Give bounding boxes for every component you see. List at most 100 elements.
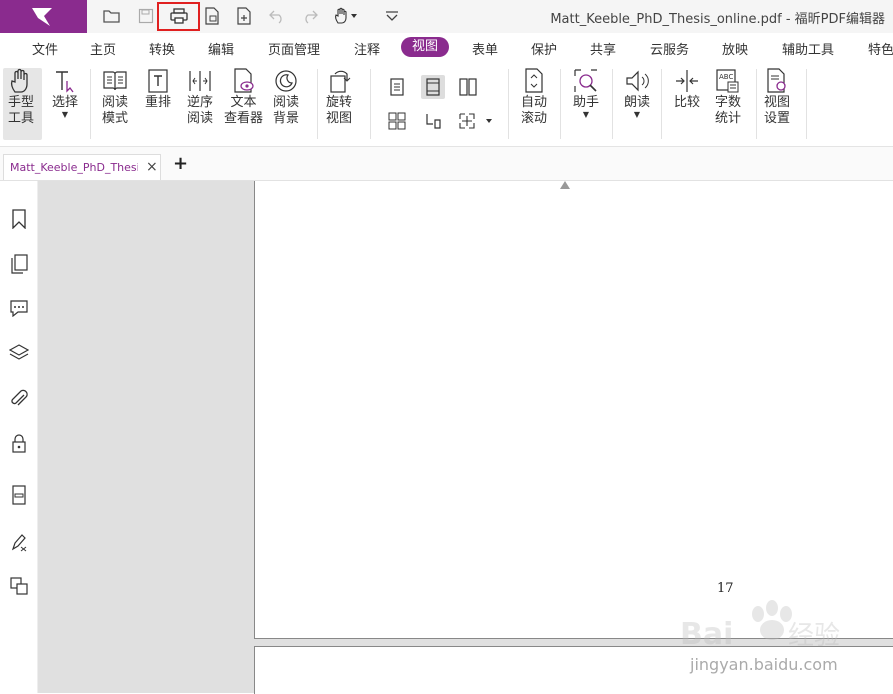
- comments-icon[interactable]: [8, 297, 30, 319]
- two-page-continuous-icon[interactable]: [385, 109, 409, 133]
- title-bar: Matt_Keeble_PhD_Thesis_online.pdf - 福昕PD…: [0, 0, 893, 33]
- view-settings-label-2: 设置: [763, 111, 790, 126]
- baidu-watermark-url: jingyan.baidu.com: [690, 655, 838, 674]
- assistant-button[interactable]: 助手 ▼: [572, 67, 600, 119]
- select-caret-icon: ▼: [61, 110, 69, 119]
- split-view-dropdown-icon[interactable]: [456, 109, 496, 133]
- reverse-reading-icon: [186, 67, 214, 95]
- menu-share[interactable]: 共享: [590, 39, 616, 58]
- reading-mode-label-1: 阅读: [101, 95, 128, 110]
- ribbon-divider: [661, 69, 662, 139]
- hand-tool-button[interactable]: 手型 工具: [7, 67, 35, 127]
- security-lock-icon[interactable]: [8, 433, 30, 455]
- read-aloud-button[interactable]: 朗读 ▼: [623, 67, 651, 119]
- svg-text:经验: 经验: [788, 621, 840, 651]
- two-page-icon[interactable]: [456, 75, 480, 99]
- attachment-icon[interactable]: [8, 388, 30, 410]
- left-navigation-rail: [0, 181, 38, 693]
- customize-dropdown-icon[interactable]: [380, 5, 404, 27]
- page-number: 17: [717, 581, 734, 596]
- svg-text:ABC: ABC: [719, 73, 733, 81]
- select-button[interactable]: 选择 ▼: [51, 67, 79, 119]
- reflow-icon: [144, 67, 172, 95]
- pages-icon[interactable]: [8, 253, 30, 275]
- read-aloud-caret-icon: ▼: [633, 110, 641, 119]
- window-title: Matt_Keeble_PhD_Thesis_online.pdf - 福昕PD…: [550, 12, 885, 27]
- bookmark-icon[interactable]: [8, 208, 30, 230]
- single-page-icon[interactable]: [385, 75, 409, 99]
- hand-tool-label-2: 工具: [7, 111, 34, 126]
- menu-file[interactable]: 文件: [32, 39, 58, 58]
- form-fields-icon[interactable]: [8, 484, 30, 506]
- document-tab-title: Matt_Keeble_PhD_Thesi...: [10, 161, 138, 174]
- document-tab-bar: Matt_Keeble_PhD_Thesi... × +: [0, 147, 893, 181]
- assistant-icon: [572, 67, 600, 95]
- menu-edit[interactable]: 编辑: [208, 39, 234, 58]
- moon-icon: [272, 67, 300, 95]
- reverse-reading-button[interactable]: 逆序 阅读: [186, 67, 214, 127]
- layers-icon[interactable]: [8, 342, 30, 364]
- menu-protect[interactable]: 保护: [531, 39, 557, 58]
- reading-mode-button[interactable]: 阅读 模式: [101, 67, 129, 127]
- view-settings-label-1: 视图: [763, 95, 790, 110]
- menu-accessibility[interactable]: 辅助工具: [782, 39, 834, 58]
- word-count-label-1: 字数: [714, 95, 741, 110]
- new-tab-button[interactable]: +: [173, 153, 188, 174]
- read-aloud-label: 朗读: [623, 95, 650, 110]
- save-icon[interactable]: [134, 5, 158, 27]
- separate-cover-icon[interactable]: [421, 109, 445, 133]
- menu-home[interactable]: 主页: [90, 39, 116, 58]
- ribbon-divider: [317, 69, 318, 139]
- view-settings-button[interactable]: 视图 设置: [763, 67, 791, 127]
- ribbon-divider: [806, 69, 807, 139]
- menu-features[interactable]: 特色: [868, 39, 893, 58]
- word-count-button[interactable]: ABC 字数 统计: [714, 67, 742, 127]
- continuous-page-icon[interactable]: [421, 75, 445, 99]
- menu-cloud[interactable]: 云服务: [650, 39, 689, 58]
- foxit-logo-icon: [32, 8, 52, 26]
- reading-background-label-1: 阅读: [272, 95, 299, 110]
- print-highlight-box: [157, 2, 200, 31]
- undo-icon[interactable]: [265, 5, 289, 27]
- hand-icon: [7, 67, 35, 95]
- ribbon-toolbar: 手型 工具 选择 ▼ 阅读 模式 重排 逆序 阅读 文本 查看器 阅读 背景 旋…: [0, 61, 893, 147]
- new-file-icon[interactable]: [232, 5, 256, 27]
- reading-background-button[interactable]: 阅读 背景: [272, 67, 300, 127]
- app-logo[interactable]: [0, 0, 87, 33]
- ribbon-divider: [612, 69, 613, 139]
- open-folder-icon[interactable]: [100, 5, 124, 27]
- document-tab[interactable]: Matt_Keeble_PhD_Thesi... ×: [3, 154, 161, 180]
- text-viewer-label-1: 文本: [230, 95, 257, 110]
- export-icon[interactable]: [200, 5, 224, 27]
- text-viewer-button[interactable]: 文本 查看器: [224, 67, 263, 127]
- assistant-label: 助手: [572, 95, 599, 110]
- rotate-view-label-1: 旋转: [325, 95, 352, 110]
- text-viewer-label-2: 查看器: [224, 111, 264, 126]
- ribbon-divider: [370, 69, 371, 139]
- compare-button[interactable]: 比较: [673, 67, 701, 111]
- menu-bar: 文件 主页 转换 编辑 页面管理 注释 视图 表单 保护 共享 云服务 放映 辅…: [0, 33, 893, 61]
- close-tab-icon[interactable]: ×: [146, 159, 158, 175]
- menu-view[interactable]: 视图: [401, 37, 449, 57]
- ribbon-divider: [508, 69, 509, 139]
- content-tree-icon[interactable]: [8, 575, 30, 597]
- menu-slideshow[interactable]: 放映: [722, 39, 748, 58]
- ribbon-divider: [560, 69, 561, 139]
- rotate-view-button[interactable]: 旋转 视图: [325, 67, 353, 127]
- auto-scroll-button[interactable]: 自动 滚动: [520, 67, 548, 127]
- rotate-icon: [325, 67, 353, 95]
- menu-form[interactable]: 表单: [472, 39, 498, 58]
- menu-comment[interactable]: 注释: [354, 39, 380, 58]
- compare-icon: [673, 67, 701, 95]
- reading-mode-label-2: 模式: [101, 111, 128, 126]
- word-count-label-2: 统计: [714, 111, 741, 126]
- pdf-page: 17: [254, 181, 893, 639]
- page-top-marker: [560, 181, 570, 189]
- redo-icon[interactable]: [298, 5, 322, 27]
- menu-page-management[interactable]: 页面管理: [268, 39, 320, 58]
- hand-tool-dropdown-icon[interactable]: [332, 5, 362, 27]
- reverse-reading-label-1: 逆序: [186, 95, 213, 110]
- reflow-button[interactable]: 重排: [144, 67, 172, 111]
- menu-convert[interactable]: 转换: [149, 39, 175, 58]
- signature-pen-icon[interactable]: [8, 531, 30, 553]
